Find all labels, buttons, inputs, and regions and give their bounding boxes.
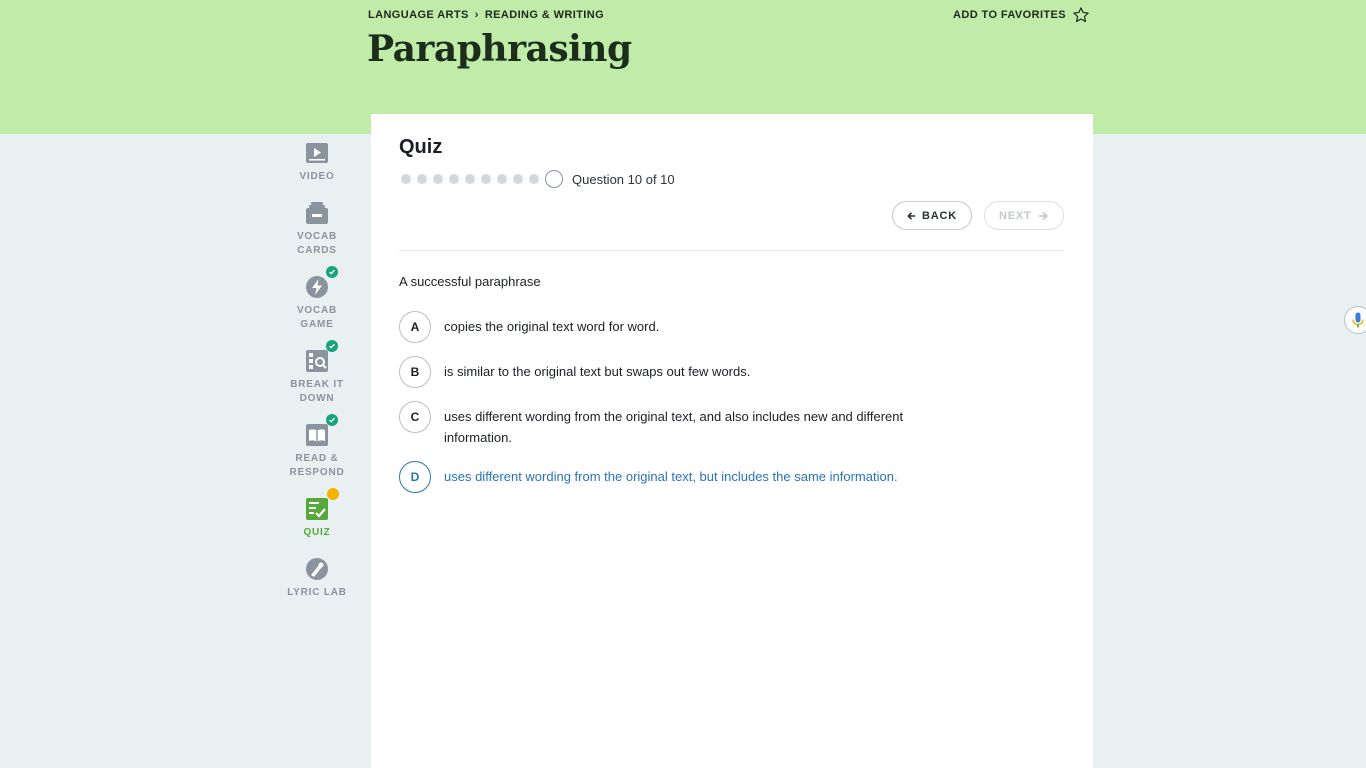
progress-dot[interactable]	[529, 174, 539, 184]
divider	[399, 250, 1064, 251]
book-icon	[304, 414, 338, 448]
sidebar-item-label: BREAK IT DOWN	[290, 379, 344, 404]
sidebar-item-label: QUIZ	[303, 527, 331, 538]
sidebar-item-read-respond[interactable]: READ & RESPOND	[272, 414, 362, 480]
star-icon	[1073, 7, 1089, 23]
sidebar-item-quiz[interactable]: QUIZ	[272, 488, 362, 540]
quiz-title: Quiz	[399, 136, 443, 158]
page-title: Paraphrasing	[367, 28, 632, 70]
question-text: A successful paraphrase	[399, 274, 541, 289]
sidebar-item-vocab-cards[interactable]: VOCAB CARDS	[272, 200, 362, 258]
answer-letter: A	[399, 311, 431, 343]
answer-option-c[interactable]: C uses different wording from the origin…	[399, 401, 959, 448]
answer-text: uses different wording from the original…	[444, 409, 904, 445]
progress-dot[interactable]	[401, 174, 411, 184]
next-label: NEXT	[999, 209, 1032, 222]
quiz-panel: Quiz Question 10 of 10 BACK NEXT A succe…	[371, 114, 1093, 768]
sidebar-item-vocab-game[interactable]: VOCAB GAME	[272, 266, 362, 332]
microphone-icon	[1352, 312, 1364, 328]
answer-option-b[interactable]: B is similar to the original text but sw…	[399, 356, 959, 388]
add-to-favorites-label: ADD TO FAVORITES	[953, 9, 1066, 21]
complete-check-icon	[326, 266, 338, 278]
vocab-cards-icon	[304, 200, 330, 226]
answer-letter: B	[399, 356, 431, 388]
progress-dot[interactable]	[513, 174, 523, 184]
progress-dot[interactable]	[465, 174, 475, 184]
video-icon	[304, 140, 330, 166]
lyric-lab-icon	[304, 556, 330, 582]
in-progress-badge	[327, 488, 339, 500]
arrow-left-icon	[907, 211, 916, 220]
quiz-icon	[304, 488, 339, 522]
answer-option-a[interactable]: A copies the original text word for word…	[399, 311, 959, 343]
back-label: BACK	[922, 209, 957, 222]
add-to-favorites-button[interactable]: ADD TO FAVORITES	[953, 6, 1090, 24]
progress-current-dot[interactable]	[545, 170, 563, 188]
progress-dot[interactable]	[497, 174, 507, 184]
question-count: Question 10 of 10	[572, 171, 675, 187]
lightning-icon	[304, 266, 338, 300]
breadcrumb: LANGUAGE ARTS › READING & WRITING	[368, 9, 604, 21]
sidebar-item-video[interactable]: VIDEO	[272, 140, 362, 184]
complete-check-icon	[326, 340, 338, 352]
complete-check-icon	[326, 414, 338, 426]
break-it-down-icon	[304, 340, 338, 374]
back-button[interactable]: BACK	[892, 201, 972, 230]
voice-input-button[interactable]	[1344, 306, 1366, 334]
question-progress: Question 10 of 10	[401, 170, 675, 188]
next-button[interactable]: NEXT	[984, 201, 1064, 230]
sidebar-item-label: VIDEO	[299, 171, 335, 182]
answer-text: is similar to the original text but swap…	[444, 364, 751, 379]
sidebar-item-label: READ & RESPOND	[289, 453, 345, 478]
answer-letter: D	[399, 461, 431, 493]
sidebar-item-label: VOCAB CARDS	[296, 231, 338, 256]
sidebar-item-label: VOCAB GAME	[296, 305, 338, 330]
breadcrumb-reading-writing[interactable]: READING & WRITING	[485, 9, 604, 21]
sidebar-nav: VIDEO VOCAB CARDS VOCAB GAME BREAK IT DO…	[272, 140, 362, 616]
progress-dot[interactable]	[449, 174, 459, 184]
progress-dot[interactable]	[433, 174, 443, 184]
answer-list: A copies the original text word for word…	[399, 311, 959, 506]
chevron-right-icon: ›	[474, 9, 479, 21]
answer-text: copies the original text word for word.	[444, 319, 660, 334]
answer-text: uses different wording from the original…	[444, 469, 898, 484]
sidebar-item-label: LYRIC LAB	[287, 587, 347, 598]
breadcrumb-language-arts[interactable]: LANGUAGE ARTS	[368, 9, 469, 21]
progress-dot[interactable]	[417, 174, 427, 184]
sidebar-item-lyric-lab[interactable]: LYRIC LAB	[272, 556, 362, 600]
progress-dot[interactable]	[481, 174, 491, 184]
answer-option-d[interactable]: D uses different wording from the origin…	[399, 461, 959, 493]
answer-letter: C	[399, 401, 431, 433]
sidebar-item-break-it-down[interactable]: BREAK IT DOWN	[272, 340, 362, 406]
arrow-right-icon	[1038, 211, 1048, 220]
